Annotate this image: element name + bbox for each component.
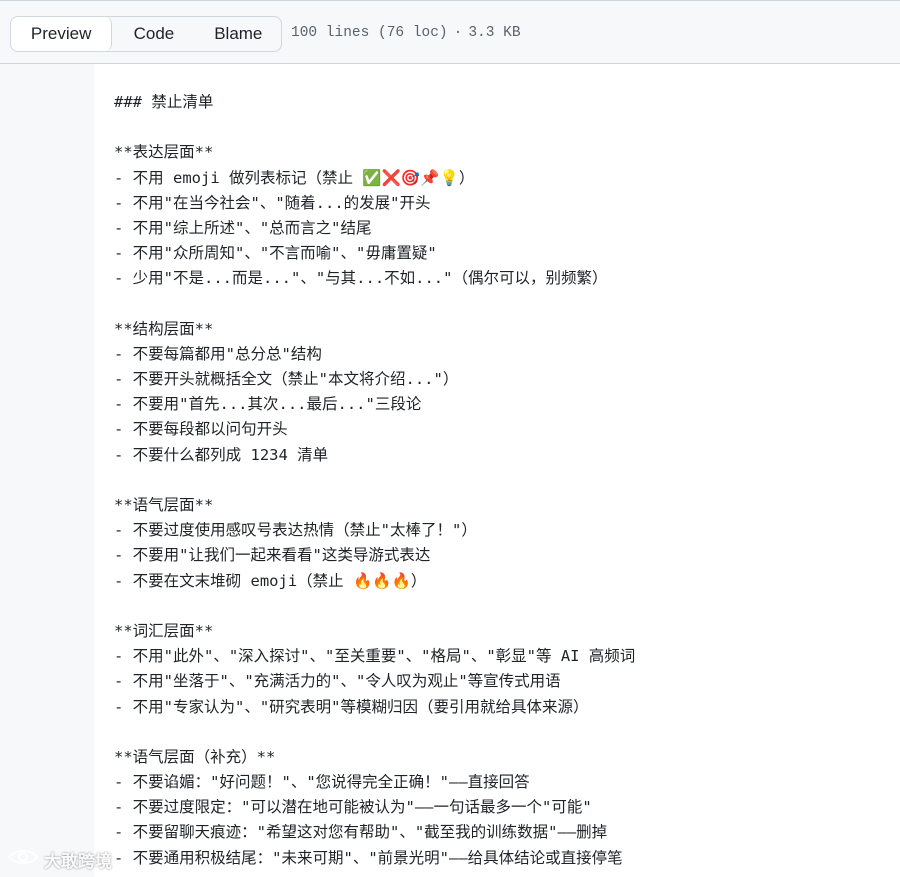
file-line: ### 禁止清单 — [114, 93, 214, 111]
file-line: - 不要开头就概括全文（禁止"本文将介绍..."） — [114, 370, 459, 389]
file-size: 3.3 KB — [468, 25, 521, 41]
line-gutter — [0, 64, 94, 877]
meta-separator: · — [453, 25, 463, 41]
watermark: 大敢跨境 — [6, 846, 112, 873]
file-content: ### 禁止清单 **表达层面** - 不用 emoji 做列表标记（禁止 ✅❌🎯📌… — [114, 90, 894, 871]
file-line: - 不要什么都列成 1234 清单 — [114, 445, 329, 464]
file-line — [114, 720, 894, 745]
file-line: **结构层面** — [114, 319, 214, 338]
view-mode-switcher: Preview Code Blame — [10, 16, 282, 52]
file-info: 100 lines (76 loc) · 3.3 KB — [291, 25, 521, 41]
file-line: - 不用"综上所述"、"总而言之"结尾 — [114, 218, 372, 237]
file-line: **词汇层面** — [114, 621, 214, 640]
file-line: - 不要用"首先...其次...最后..."三段论 — [114, 395, 422, 414]
file-line: - 不要留聊天痕迹："希望这对您有帮助"、"截至我的训练数据"——删掉 — [114, 823, 608, 842]
file-line: **语气层面（补充）** — [114, 747, 276, 766]
file-line: - 不要每段都以问句开头 — [114, 420, 288, 439]
file-line: **表达层面** — [114, 143, 214, 162]
file-line: - 少用"不是...而是..."、"与其...不如..."（偶尔可以，别频繁） — [114, 269, 608, 288]
file-line: - 不要通用积极结尾："未来可期"、"前景光明"——给具体结论或直接停笔 — [114, 848, 623, 867]
file-toolbar: Preview Code Blame 100 lines (76 loc) · 3.… — [0, 0, 900, 64]
file-line — [114, 292, 894, 317]
watermark-text: 大敢跨境 — [44, 852, 112, 871]
file-line: - 不要谄媚："好问题！"、"您说得完全正确！"——直接回答 — [114, 773, 530, 792]
tab-blame[interactable]: Blame — [196, 17, 281, 51]
file-line: - 不用 emoji 做列表标记（禁止 ✅❌🎯📌💡） — [114, 168, 475, 187]
file-line: **语气层面** — [114, 496, 214, 514]
file-line: - 不用"众所周知"、"不言而喻"、"毋庸置疑" — [114, 244, 437, 263]
file-line: - 不要过度限定："可以潜在地可能被认为"——一句话最多一个"可能" — [114, 798, 592, 817]
tab-preview[interactable]: Preview — [11, 17, 113, 51]
file-line: - 不要过度使用感叹号表达热情（禁止"太棒了！"） — [114, 521, 477, 540]
line-count: 100 lines (76 loc) — [291, 25, 448, 41]
file-line: - 不用"专家认为"、"研究表明"等模糊归因（要引用就给具体来源） — [114, 697, 589, 716]
file-line — [114, 594, 894, 619]
file-line: - 不要用"让我们一起来看看"这类导游式表达 — [114, 546, 431, 565]
eye-logo-icon — [6, 846, 40, 873]
file-line: - 不用"坐落于"、"充满活力的"、"令人叹为观止"等宣传式用语 — [114, 672, 561, 691]
file-line: - 不用"在当今社会"、"随着...的发展"开头 — [114, 193, 431, 212]
file-line: - 不要在文末堆砌 emoji（禁止 🔥🔥🔥） — [114, 571, 427, 590]
file-line — [114, 115, 894, 140]
file-line: - 不用"此外"、"深入探讨"、"至关重要"、"格局"、"彰显"等 AI 高频词 — [114, 647, 636, 666]
file-line: - 不要每篇都用"总分总"结构 — [114, 344, 322, 363]
file-line — [114, 468, 894, 493]
tab-code[interactable]: Code — [112, 17, 195, 51]
